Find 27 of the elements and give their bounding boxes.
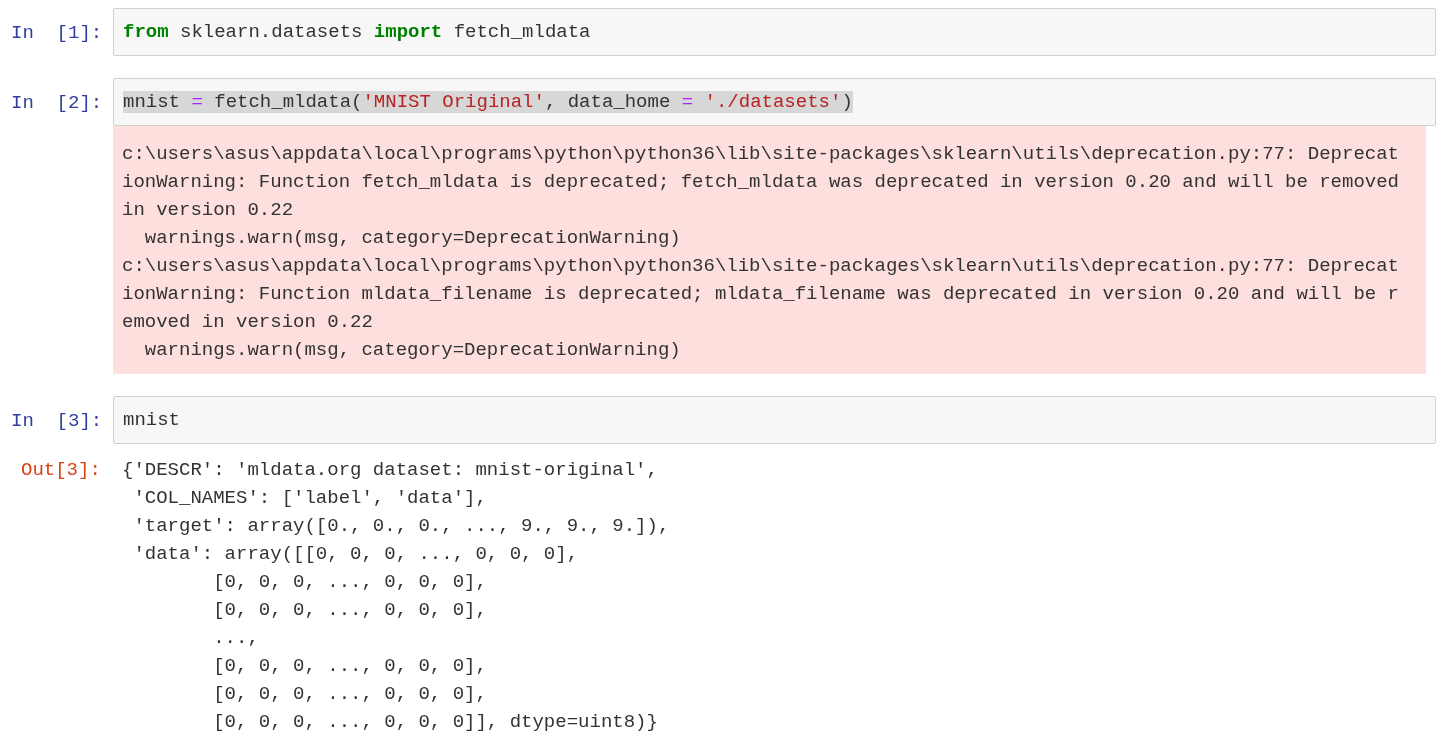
output-line: 'target': array([0., 0., 0., ..., 9., 9., 9.]), [132,514,670,539]
output-line: emoved in version 0.22 [122,310,374,335]
output-line: [0, 0, 0, ..., 0, 0, 0], [212,598,488,623]
output-line: [0, 0, 0, ..., 0, 0, 0], [212,654,488,679]
output-prompt: Out[3]: [21,458,101,483]
output-line: 'data': array([[0, 0, 0, ..., 0, 0, 0], [132,542,580,567]
output-line: {'DESCR': 'mldata.org dataset: mnist-original', [122,458,659,483]
code-cell[interactable]: mnist [113,396,1436,444]
input-prompt: In [2]: [10,91,104,116]
output-line: ionWarning: Function fetch_mldata is deprecated; fetch_mldata was deprecated in version 0.20 and will be removed [122,170,1400,195]
output-line: warnings.warn(msg, category=DeprecationWarning) [143,226,682,251]
code-line: mnist [123,409,180,431]
input-prompt: In [1]: [10,21,104,46]
output-line: 'COL_NAMES': ['label', 'data'], [132,486,488,511]
output-line: warnings.warn(msg, category=DeprecationWarning) [143,338,682,363]
output-line: c:\users\asus\appdata\local\programs\python\python36\lib\site-packages\sklearn\utils\deprecation.py:77: Deprecat [122,254,1400,279]
output-line: c:\users\asus\appdata\local\programs\python\python36\lib\site-packages\sklearn\utils\deprecation.py:77: Deprecat [122,142,1400,167]
output-line: [0, 0, 0, ..., 0, 0, 0], [212,570,488,595]
code-cell[interactable]: mnist = fetch_mldata('MNIST Original', data_home = './datasets') [113,78,1436,126]
code-line: from sklearn.datasets import fetch_mldata [123,21,591,43]
output-line: [0, 0, 0, ..., 0, 0, 0]], dtype=uint8)} [212,710,659,735]
output-line: in version 0.22 [122,198,295,223]
output-line: [0, 0, 0, ..., 0, 0, 0], [212,682,488,707]
input-prompt: In [3]: [10,409,104,434]
output-line: ionWarning: Function mldata_filename is deprecated; mldata_filename was deprecated in version 0.20 and will be r [122,282,1400,307]
code-cell[interactable]: from sklearn.datasets import fetch_mldata [113,8,1436,56]
output-line: ..., [212,626,260,651]
